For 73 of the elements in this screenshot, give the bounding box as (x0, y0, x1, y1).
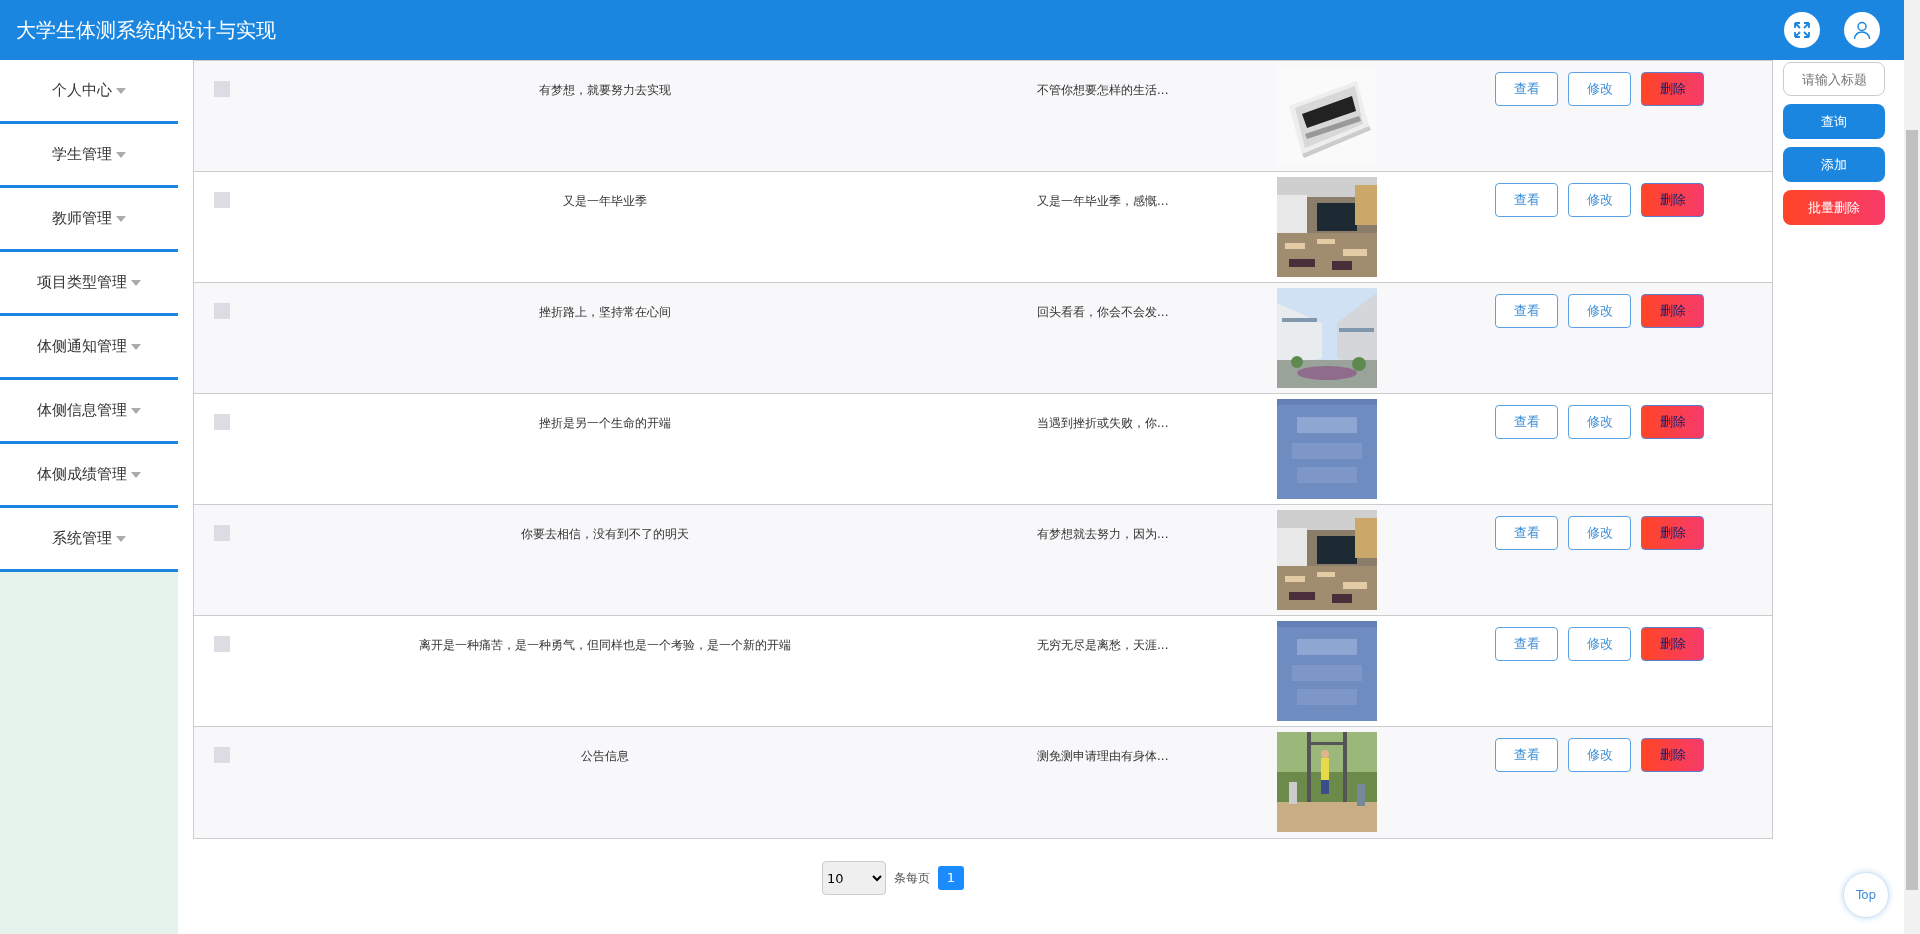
intro-cell-text: 无穷无尽是离愁，天涯... (1037, 637, 1170, 654)
page-size-select[interactable]: 10 (822, 861, 886, 895)
title-cell-text: 又是一年毕业季 (562, 193, 648, 210)
caret-icon (116, 87, 126, 94)
search-field[interactable]: 请输入标题 (1783, 62, 1885, 96)
title-cell-text: 公告信息 (580, 748, 630, 765)
view-button[interactable]: 查看 (1495, 405, 1558, 439)
delete-button[interactable]: 删除 (1641, 738, 1704, 772)
title-cell-text: 你要去相信，没有到不了的明天 (520, 526, 690, 543)
delete-button[interactable]: 删除 (1641, 405, 1704, 439)
intro-cell-text: 测免测申请理由有身体... (1037, 748, 1170, 765)
delete-button[interactable]: 删除 (1641, 627, 1704, 661)
delete-button[interactable]: 删除 (1641, 516, 1704, 550)
edit-button[interactable]: 修改 (1568, 72, 1631, 106)
caret-icon (131, 407, 141, 414)
sidebar-menu-item[interactable]: 体侧信息管理 (0, 380, 178, 444)
view-button[interactable]: 查看 (1495, 738, 1558, 772)
back-to-top-button[interactable]: Top (1843, 872, 1889, 918)
sidebar-menu-item[interactable]: 体侧通知管理 (0, 316, 178, 380)
view-button[interactable]: 查看 (1495, 516, 1558, 550)
expand-icon (1792, 20, 1812, 40)
caret-icon (131, 471, 141, 478)
view-button[interactable]: 查看 (1495, 294, 1558, 328)
page-button[interactable]: 1 (938, 866, 964, 890)
title-cell-text: 挫折路上，坚持常在心间 (538, 304, 672, 321)
sidebar-menu-item[interactable]: 学生管理 (0, 124, 178, 188)
sidebar-menu-item[interactable]: 教师管理 (0, 188, 178, 252)
edit-button[interactable]: 修改 (1568, 516, 1631, 550)
row-checkbox[interactable] (214, 636, 230, 652)
caret-icon (116, 535, 126, 542)
edit-button[interactable]: 修改 (1568, 627, 1631, 661)
row-checkbox[interactable] (214, 414, 230, 430)
delete-button[interactable]: 删除 (1641, 72, 1704, 106)
row-checkbox[interactable] (214, 81, 230, 97)
intro-cell-text: 有梦想就去努力，因为... (1037, 526, 1170, 543)
edit-button[interactable]: 修改 (1568, 183, 1631, 217)
user-icon (1852, 20, 1872, 40)
edit-button[interactable]: 修改 (1568, 405, 1631, 439)
row-checkbox[interactable] (214, 525, 230, 541)
add-button[interactable]: 添加 (1783, 147, 1885, 182)
intro-cell-text: 当遇到挫折或失败，你... (1037, 415, 1170, 432)
row-checkbox[interactable] (214, 303, 230, 319)
title-cell-text: 离开是一种痛苦，是一种勇气，但同样也是一个考验，是一个新的开端 (418, 637, 792, 654)
sidebar-menu-item[interactable]: 个人中心 (0, 60, 178, 124)
delete-button[interactable]: 删除 (1641, 294, 1704, 328)
app-title: 大学生体测系统的设计与实现 (16, 17, 276, 44)
intro-cell-text: 又是一年毕业季，感慨... (1037, 193, 1170, 210)
view-button[interactable]: 查看 (1495, 627, 1558, 661)
delete-button[interactable]: 删除 (1641, 183, 1704, 217)
intro-cell-text: 回头看看，你会不会发... (1037, 304, 1170, 321)
view-button[interactable]: 查看 (1495, 183, 1558, 217)
caret-icon (116, 151, 126, 158)
title-cell-text: 挫折是另一个生命的开端 (538, 415, 672, 432)
caret-icon (131, 343, 141, 350)
sidebar-menu-item[interactable]: 系统管理 (0, 508, 178, 572)
user-button[interactable] (1844, 12, 1880, 48)
caret-icon (131, 279, 141, 286)
intro-cell-text: 不管你想要怎样的生活... (1037, 82, 1170, 99)
scrollbar-thumb[interactable] (1906, 130, 1918, 890)
sidebar-menu-item[interactable]: 项目类型管理 (0, 252, 178, 316)
edit-button[interactable]: 修改 (1568, 294, 1631, 328)
search-button[interactable]: 查询 (1783, 104, 1885, 139)
batch-delete-button[interactable]: 批量删除 (1783, 190, 1885, 225)
scrollbar[interactable] (1904, 0, 1920, 934)
title-cell-text: 有梦想，就要努力去实现 (538, 82, 672, 99)
fullscreen-button[interactable] (1784, 12, 1820, 48)
row-checkbox[interactable] (214, 192, 230, 208)
row-checkbox[interactable] (214, 747, 230, 763)
caret-icon (116, 215, 126, 222)
edit-button[interactable]: 修改 (1568, 738, 1631, 772)
view-button[interactable]: 查看 (1495, 72, 1558, 106)
sidebar-menu-item[interactable]: 体侧成绩管理 (0, 444, 178, 508)
page-size-label: 条每页 (894, 870, 930, 887)
